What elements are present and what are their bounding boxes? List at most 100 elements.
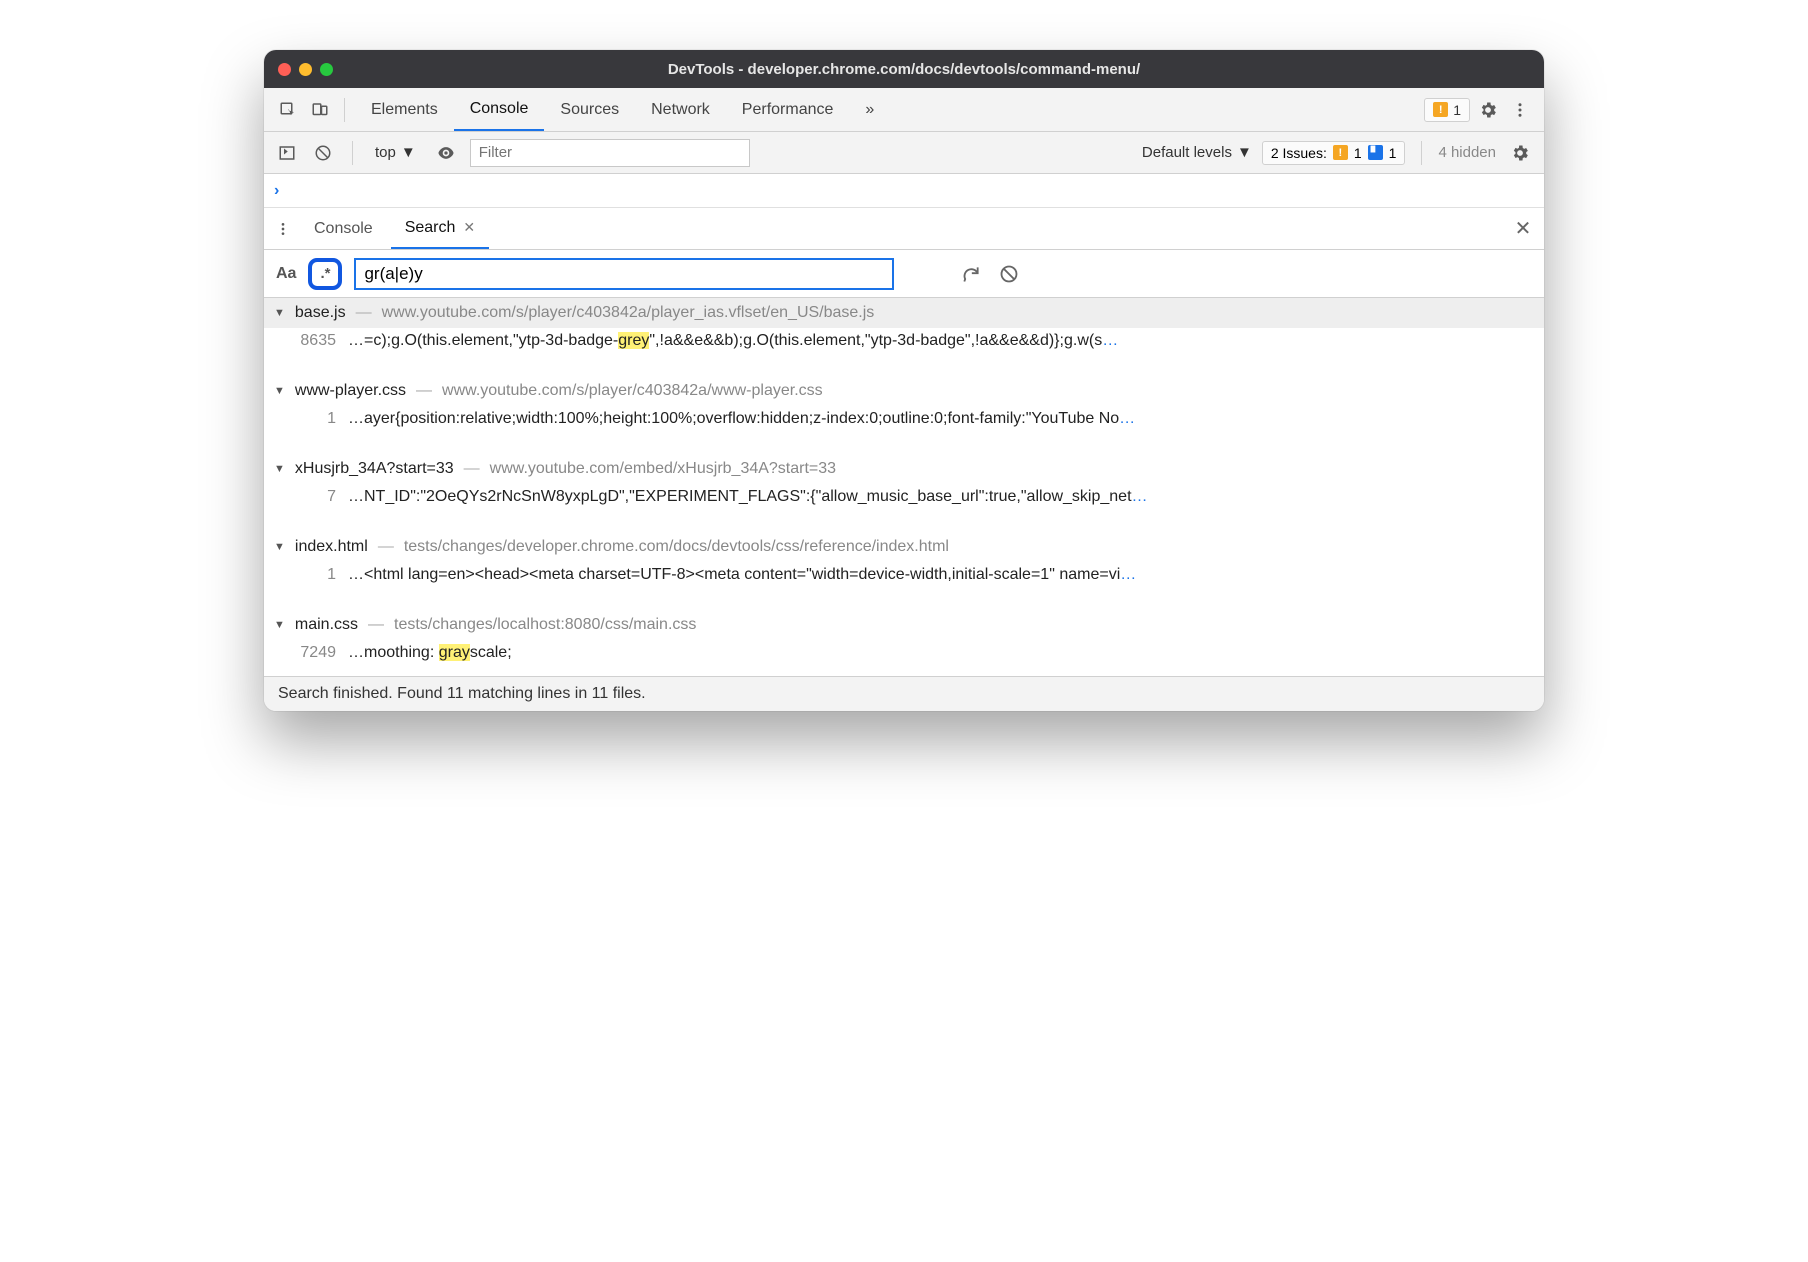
live-expression-icon[interactable] xyxy=(432,141,460,165)
clear-search-icon[interactable] xyxy=(996,264,1022,284)
collapse-triangle-icon: ▼ xyxy=(274,541,285,553)
window-title: DevTools - developer.chrome.com/docs/dev… xyxy=(264,61,1544,78)
regex-symbol: .* xyxy=(320,265,330,282)
log-levels-selector[interactable]: Default levels ▼ xyxy=(1142,144,1252,161)
inspect-element-icon[interactable] xyxy=(274,96,302,124)
match-highlight: grey xyxy=(618,332,649,349)
close-drawer-icon[interactable]: ✕ xyxy=(1508,216,1538,241)
prompt-chevron-icon: › xyxy=(274,182,279,200)
result-path: tests/changes/localhost:8080/css/main.cs… xyxy=(394,616,696,634)
drawer-tab-label: Search xyxy=(405,219,456,237)
issues-label: 2 Issues: xyxy=(1271,145,1327,161)
snippet: …moothing: grayscale; xyxy=(348,644,1534,662)
issues-badge[interactable]: ! 1 xyxy=(1424,98,1470,122)
divider xyxy=(344,98,345,122)
snippet: …ayer{position:relative;width:100%;heigh… xyxy=(348,410,1534,428)
result-line[interactable]: 1 …ayer{position:relative;width:100%;hei… xyxy=(264,406,1544,442)
toggle-sidebar-icon[interactable] xyxy=(274,142,300,164)
clear-console-icon[interactable] xyxy=(310,142,336,164)
line-number: 8635 xyxy=(286,332,336,350)
result-path: www.youtube.com/embed/xHusjrb_34A?start=… xyxy=(490,460,836,478)
snippet: …NT_ID":"2OeQYs2rNcSnW8yxpLgD","EXPERIME… xyxy=(348,488,1534,506)
result-filename: www-player.css xyxy=(295,382,406,400)
match-highlight: gray xyxy=(439,644,470,661)
result-path: www.youtube.com/s/player/c403842a/www-pl… xyxy=(442,382,823,400)
result-path: www.youtube.com/s/player/c403842a/player… xyxy=(382,304,875,322)
search-bar: Aa .* xyxy=(264,250,1544,298)
line-number: 7 xyxy=(286,488,336,506)
issues-count: 1 xyxy=(1453,102,1461,118)
snippet: …=c);g.O(this.element,"ytp-3d-badge-grey… xyxy=(348,332,1534,350)
result-group[interactable]: ▼ xHusjrb_34A?start=33 — www.youtube.com… xyxy=(264,454,1544,484)
match-case-toggle[interactable]: Aa xyxy=(276,265,296,283)
separator: — xyxy=(416,382,432,400)
console-prompt[interactable]: › xyxy=(264,174,1544,208)
device-toolbar-icon[interactable] xyxy=(306,96,334,124)
status-bar: Search finished. Found 11 matching lines… xyxy=(264,676,1544,711)
drawer-tab-label: Console xyxy=(314,220,373,238)
collapse-triangle-icon: ▼ xyxy=(274,385,285,397)
warning-icon: ! xyxy=(1433,102,1448,117)
context-label: top xyxy=(375,144,396,161)
search-results: ▼ base.js — www.youtube.com/s/player/c40… xyxy=(264,298,1544,676)
drawer-menu-icon[interactable] xyxy=(270,221,296,237)
info-icon: ▘ xyxy=(1368,145,1383,160)
devtools-window: DevTools - developer.chrome.com/docs/dev… xyxy=(264,50,1544,711)
result-group[interactable]: ▼ main.css — tests/changes/localhost:808… xyxy=(264,610,1544,640)
snippet: …<html lang=en><head><meta charset=UTF-8… xyxy=(348,566,1534,584)
regex-toggle[interactable]: .* xyxy=(308,258,342,290)
search-input[interactable] xyxy=(354,258,894,290)
levels-label: Default levels xyxy=(1142,144,1232,161)
line-number: 7249 xyxy=(286,644,336,662)
tab-sources[interactable]: Sources xyxy=(544,88,635,131)
result-group[interactable]: ▼ www-player.css — www.youtube.com/s/pla… xyxy=(264,376,1544,406)
result-group[interactable]: ▼ index.html — tests/changes/developer.c… xyxy=(264,532,1544,562)
collapse-triangle-icon: ▼ xyxy=(274,307,285,319)
divider xyxy=(1421,141,1422,165)
tab-overflow[interactable]: » xyxy=(849,88,890,131)
separator: — xyxy=(356,304,372,322)
drawer-tabs: Console Search ✕ ✕ xyxy=(264,208,1544,250)
dropdown-triangle-icon: ▼ xyxy=(1237,144,1252,161)
result-line[interactable]: 7249 …moothing: grayscale; xyxy=(264,640,1544,676)
result-path: tests/changes/developer.chrome.com/docs/… xyxy=(404,538,949,556)
filter-input[interactable] xyxy=(470,139,750,167)
close-tab-icon[interactable]: ✕ xyxy=(463,219,475,236)
result-filename: base.js xyxy=(295,304,346,322)
result-filename: main.css xyxy=(295,616,358,634)
console-settings-icon[interactable] xyxy=(1506,139,1534,167)
console-subbar: top ▼ Default levels ▼ 2 Issues: ! 1 ▘ 1… xyxy=(264,132,1544,174)
warning-icon: ! xyxy=(1333,145,1348,160)
separator: — xyxy=(378,538,394,556)
main-toolbar: Elements Console Sources Network Perform… xyxy=(264,88,1544,132)
hidden-count: 4 hidden xyxy=(1438,144,1496,161)
tab-console[interactable]: Console xyxy=(454,88,545,131)
warning-count: 1 xyxy=(1354,145,1362,161)
settings-icon[interactable] xyxy=(1474,96,1502,124)
collapse-triangle-icon: ▼ xyxy=(274,463,285,475)
tab-network[interactable]: Network xyxy=(635,88,726,131)
drawer-tab-search[interactable]: Search ✕ xyxy=(391,208,489,249)
result-line[interactable]: 1 …<html lang=en><head><meta charset=UTF… xyxy=(264,562,1544,598)
separator: — xyxy=(368,616,384,634)
collapse-triangle-icon: ▼ xyxy=(274,619,285,631)
result-line[interactable]: 8635 …=c);g.O(this.element,"ytp-3d-badge… xyxy=(264,328,1544,364)
separator: — xyxy=(464,460,480,478)
tab-elements[interactable]: Elements xyxy=(355,88,454,131)
refresh-search-icon[interactable] xyxy=(958,264,984,284)
tab-performance[interactable]: Performance xyxy=(726,88,850,131)
status-text: Search finished. Found 11 matching lines… xyxy=(278,685,646,702)
result-line[interactable]: 7 …NT_ID":"2OeQYs2rNcSnW8yxpLgD","EXPERI… xyxy=(264,484,1544,520)
dropdown-triangle-icon: ▼ xyxy=(401,144,416,161)
more-menu-icon[interactable] xyxy=(1506,96,1534,124)
context-selector[interactable]: top ▼ xyxy=(369,144,422,161)
issues-summary[interactable]: 2 Issues: ! 1 ▘ 1 xyxy=(1262,141,1406,165)
result-filename: xHusjrb_34A?start=33 xyxy=(295,460,454,478)
result-group[interactable]: ▼ base.js — www.youtube.com/s/player/c40… xyxy=(264,298,1544,328)
line-number: 1 xyxy=(286,566,336,584)
titlebar: DevTools - developer.chrome.com/docs/dev… xyxy=(264,50,1544,88)
line-number: 1 xyxy=(286,410,336,428)
drawer-tab-console[interactable]: Console xyxy=(300,208,387,249)
result-filename: index.html xyxy=(295,538,368,556)
panel-tabs: Elements Console Sources Network Perform… xyxy=(355,88,890,131)
